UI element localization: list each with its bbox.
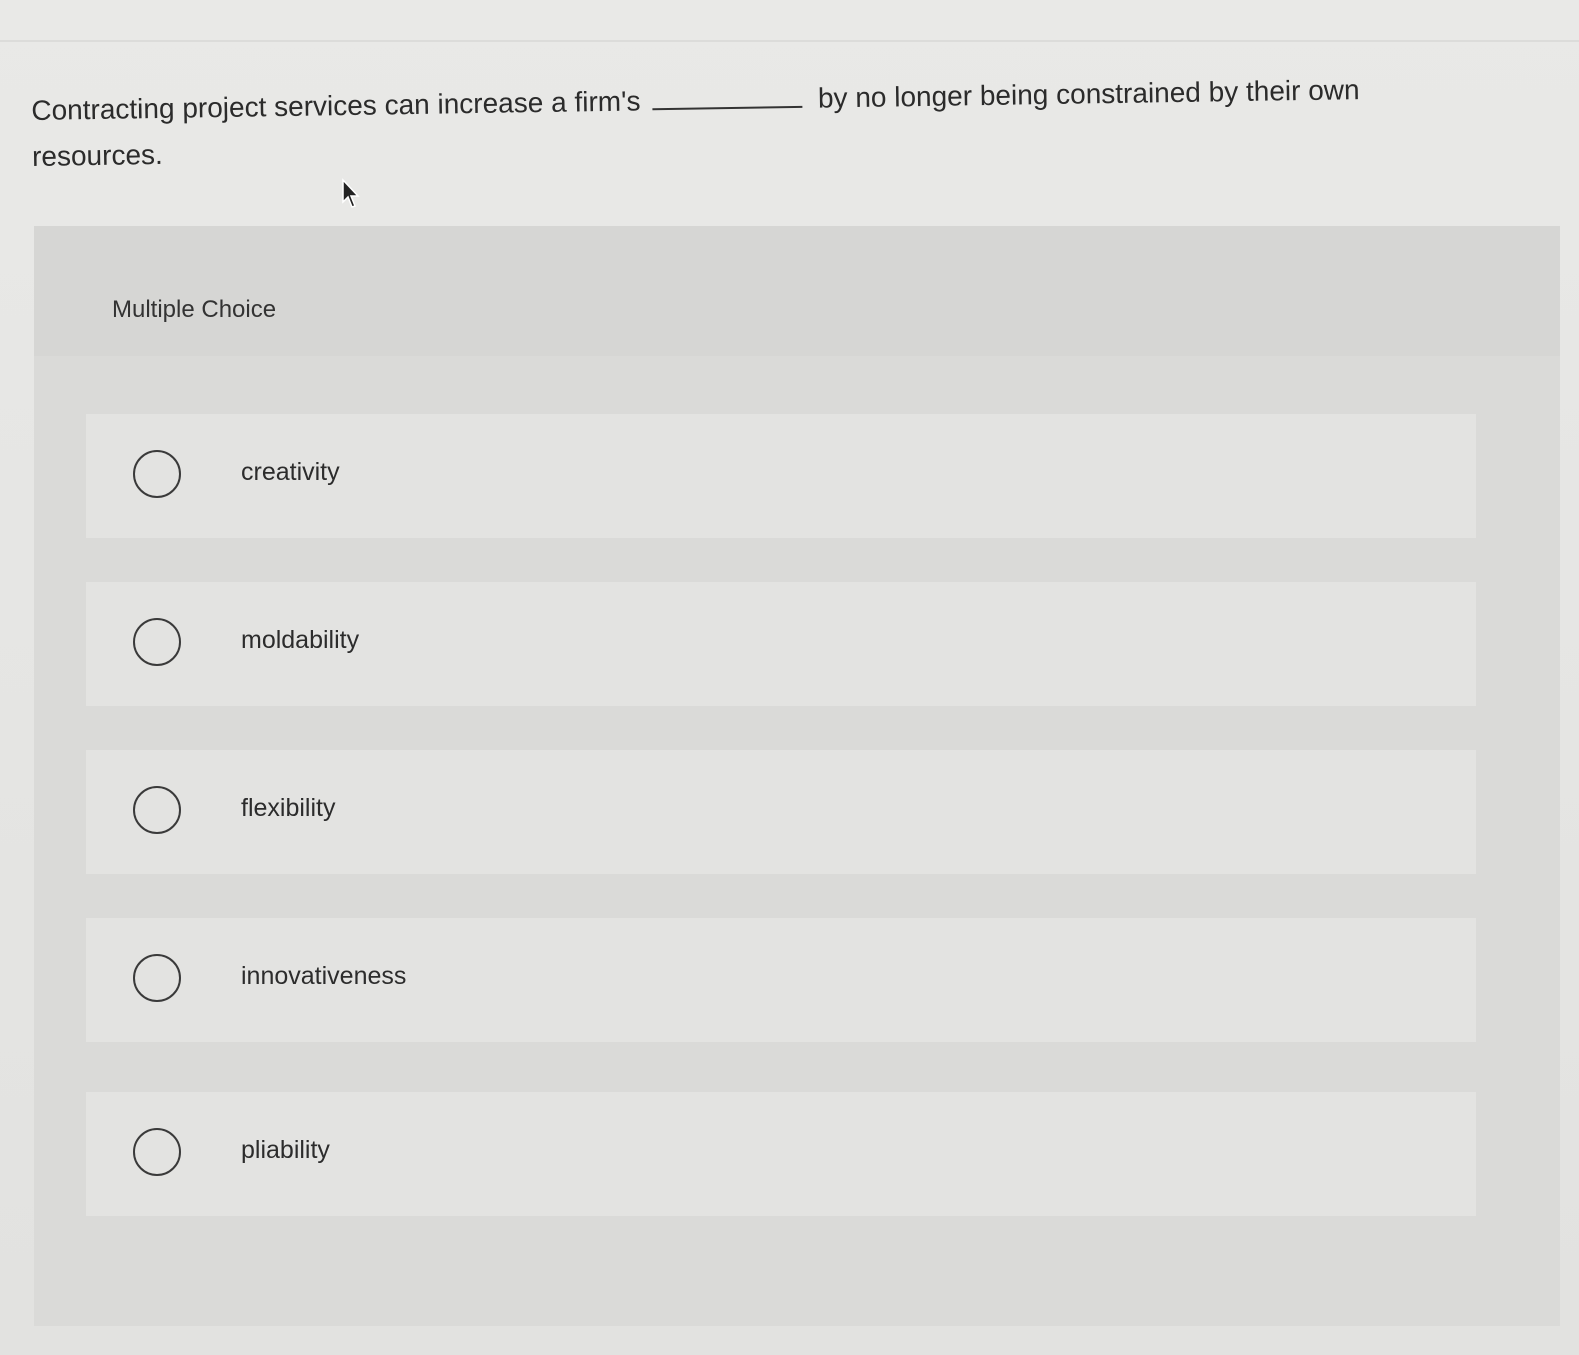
question-text-before: Contracting project services can increas… xyxy=(31,85,641,126)
option-innovativeness[interactable]: innovativeness xyxy=(86,918,1476,1042)
option-pliability[interactable]: pliability xyxy=(86,1092,1476,1216)
panel-header: Multiple Choice xyxy=(34,226,1560,356)
option-label: creativity xyxy=(241,458,340,486)
radio-button[interactable] xyxy=(133,786,181,834)
answer-blank xyxy=(651,83,803,111)
option-creativity[interactable]: creativity xyxy=(86,414,1476,538)
radio-button[interactable] xyxy=(133,954,181,1002)
page-background: Contracting project services can increas… xyxy=(0,0,1579,1355)
option-label: innovativeness xyxy=(241,962,407,990)
multiple-choice-panel: Multiple Choice creativity moldability f… xyxy=(34,226,1560,1326)
option-label: pliability xyxy=(241,1136,330,1164)
divider xyxy=(0,40,1579,42)
option-label: moldability xyxy=(241,626,360,654)
radio-button[interactable] xyxy=(133,1128,181,1176)
radio-button[interactable] xyxy=(133,618,181,666)
mouse-pointer-icon xyxy=(342,178,360,208)
radio-button[interactable] xyxy=(133,450,181,498)
option-label: flexibility xyxy=(241,794,336,822)
question-text: Contracting project services can increas… xyxy=(31,66,1432,180)
option-flexibility[interactable]: flexibility xyxy=(86,750,1476,874)
multiple-choice-label: Multiple Choice xyxy=(112,296,277,323)
option-moldability[interactable]: moldability xyxy=(86,582,1476,706)
